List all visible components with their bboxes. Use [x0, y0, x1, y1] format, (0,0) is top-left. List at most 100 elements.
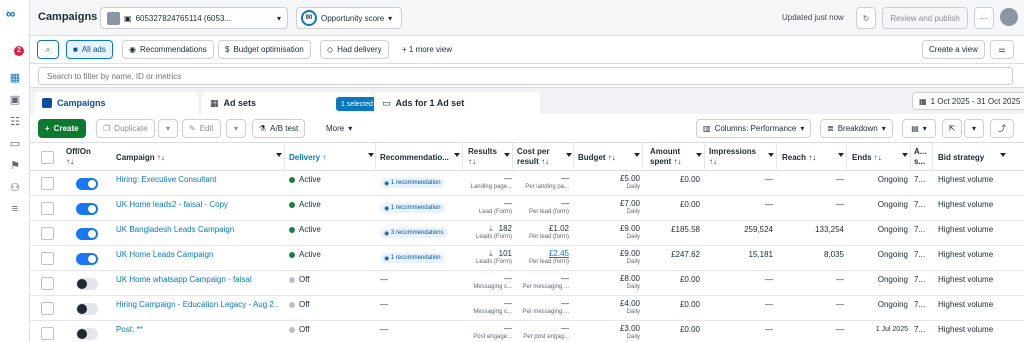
col-impressions[interactable]: Impressions ↑↓	[709, 147, 756, 167]
tab-ads[interactable]: ▭ Ads for 1 Ad set	[374, 92, 540, 114]
col-amount-caret[interactable]	[696, 153, 702, 157]
col-cost-caret[interactable]	[566, 153, 572, 157]
table-row[interactable]: UK Home Leads Campaign Active ◉ 1 recommen…	[30, 246, 1024, 271]
view-settings-button[interactable]: ⚌	[990, 40, 1014, 59]
more-options-button[interactable]: ···	[974, 7, 994, 29]
date-range-picker[interactable]: ▦ 1 Oct 2025 - 31 Oct 2025 ▾	[912, 92, 1024, 110]
edit-dropdown[interactable]: ▾	[226, 119, 246, 138]
account-selector[interactable]: ▣ 605327824765114 (6053... ▾	[100, 7, 288, 29]
duplicate-dropdown[interactable]: ▾	[158, 119, 178, 138]
col-divider[interactable]	[846, 143, 847, 171]
table-row[interactable]: Post: ** Off — — Post engage... — Per post eng…	[30, 321, 1024, 342]
recommendation-pill[interactable]: ◉ 1 recommendation	[380, 253, 445, 263]
delivery-toggle[interactable]	[76, 228, 98, 240]
campaign-name-link[interactable]: UK Home whatsapp Campaign - faisal	[116, 275, 278, 284]
col-divider[interactable]	[704, 143, 705, 171]
create-view-button[interactable]: Create a view	[922, 40, 985, 59]
row-checkbox[interactable]	[41, 277, 54, 290]
col-divider[interactable]	[642, 143, 643, 171]
billing-icon[interactable]: ▭	[8, 136, 22, 150]
col-divider[interactable]	[910, 143, 911, 171]
ab-test-button[interactable]: ⚗ A/B test	[252, 119, 306, 138]
col-recommendations-caret[interactable]	[454, 153, 460, 157]
duplicate-button[interactable]: ❐ Duplicate	[96, 119, 155, 138]
reports-button[interactable]: ▤ ▾	[902, 119, 936, 138]
row-checkbox[interactable]	[41, 302, 54, 315]
more-views-button[interactable]: + 1 more view	[396, 40, 459, 59]
delivery-toggle[interactable]	[76, 328, 98, 340]
all-ads-view[interactable]: ■ All ads	[66, 40, 113, 59]
row-checkbox[interactable]	[41, 202, 54, 215]
col-divider[interactable]	[512, 143, 513, 171]
col-offon[interactable]: Off/On ↑↓	[66, 147, 91, 167]
table-row[interactable]: UK Bangladesh Leads Campaign Active ◉ 3 re…	[30, 221, 1024, 246]
table-row[interactable]: UK Home whatsapp Campaign - faisal Off — — M…	[30, 271, 1024, 296]
col-amount-spent[interactable]: Amount spent ↑↓	[650, 147, 682, 167]
campaign-name-link[interactable]: UK Bangladesh Leads Campaign	[116, 225, 278, 234]
col-divider[interactable]	[573, 143, 574, 171]
review-publish-button[interactable]: Review and publish	[882, 7, 968, 29]
recommendations-view[interactable]: ◉ Recommendations	[122, 40, 214, 59]
campaign-name-link[interactable]: UK Home leads2 - faisal - Copy	[116, 200, 278, 209]
col-bid-caret[interactable]	[1000, 153, 1006, 157]
campaign-name-link[interactable]: Post: **	[116, 325, 278, 334]
row-checkbox[interactable]	[41, 177, 54, 190]
col-budget-caret[interactable]	[634, 153, 640, 157]
table-row[interactable]: Hiring Campaign - Education Legacy - Aug…	[30, 296, 1024, 321]
col-campaign-caret[interactable]	[276, 153, 282, 157]
row-checkbox[interactable]	[41, 227, 54, 240]
col-divider[interactable]	[932, 143, 933, 171]
recommendation-pill[interactable]: ◉ 1 recommendation	[380, 178, 445, 188]
col-divider[interactable]	[776, 143, 777, 171]
menu-icon[interactable]: ≡	[8, 202, 22, 216]
edit-button[interactable]: ✎ Edit	[182, 119, 221, 138]
table-view-icon[interactable]: ▦	[8, 70, 22, 84]
col-reach[interactable]: Reach ↑↓	[782, 153, 816, 163]
had-delivery-view[interactable]: ◇ Had delivery	[320, 40, 389, 59]
meta-logo-icon[interactable]: ∞	[6, 7, 24, 20]
col-results-caret[interactable]	[504, 153, 510, 157]
campaign-name-link[interactable]: UK Home Leads Campaign	[116, 250, 278, 259]
delivery-toggle[interactable]	[76, 203, 98, 215]
col-delivery-caret[interactable]	[368, 153, 374, 157]
col-divider[interactable]	[284, 143, 285, 171]
col-attribution[interactable]: A... s...	[914, 147, 926, 167]
col-budget[interactable]: Budget ↑↓	[578, 153, 616, 163]
budget-optimisation-view[interactable]: $ Budget optimisation	[218, 40, 311, 59]
columns-button[interactable]: ▥ Columns: Performance ▾	[696, 119, 812, 138]
col-results[interactable]: Results ↑↓	[468, 147, 497, 167]
export-button[interactable]: ⇱	[942, 119, 962, 138]
col-campaign[interactable]: Campaign ↑↓	[116, 153, 165, 163]
export-dropdown[interactable]: ▾	[964, 119, 984, 138]
delivery-toggle[interactable]	[76, 303, 98, 315]
col-impressions-caret[interactable]	[768, 153, 774, 157]
delivery-toggle[interactable]	[76, 253, 98, 265]
pages-icon[interactable]: ▣	[8, 92, 22, 106]
events-icon[interactable]: ⚑	[8, 158, 22, 172]
select-all-checkbox[interactable]	[41, 151, 54, 164]
charts-button[interactable]: ⤴	[990, 119, 1014, 138]
campaign-name-link[interactable]: Hiring: Executive Consultant	[116, 175, 278, 184]
col-cost-per-result[interactable]: Cost per result ↑↓	[517, 147, 549, 167]
table-row[interactable]: UK Home leads2 - faisal - Copy Active ◉ 1 …	[30, 196, 1024, 221]
recommendation-pill[interactable]: ◉ 3 recommendations	[380, 228, 448, 238]
audiences-icon[interactable]: ☷	[8, 114, 22, 128]
row-checkbox[interactable]	[41, 327, 54, 340]
col-bid-strategy[interactable]: Bid strategy	[938, 153, 984, 163]
delivery-toggle[interactable]	[76, 278, 98, 290]
breakdown-button[interactable]: ≣ Breakdown ▾	[820, 119, 893, 138]
col-reach-caret[interactable]	[838, 153, 844, 157]
connections-icon[interactable]: ⚇	[8, 180, 22, 194]
col-recommendations[interactable]: Recommendatio...	[380, 153, 449, 163]
col-divider[interactable]	[462, 143, 463, 171]
table-row[interactable]: Hiring: Executive Consultant Active ◉ 1 re…	[30, 171, 1024, 196]
col-divider[interactable]	[375, 143, 376, 171]
row-checkbox[interactable]	[41, 252, 54, 265]
col-ends[interactable]: Ends ↑↓	[852, 153, 882, 163]
search-input[interactable]	[38, 67, 1013, 85]
tab-campaigns[interactable]: Campaigns	[34, 92, 198, 114]
refresh-button[interactable]: ↻	[856, 7, 876, 29]
user-avatar[interactable]	[1000, 8, 1018, 26]
col-delivery[interactable]: Delivery ↑	[289, 153, 326, 163]
campaign-name-link[interactable]: Hiring Campaign - Education Legacy - Aug…	[116, 300, 278, 309]
